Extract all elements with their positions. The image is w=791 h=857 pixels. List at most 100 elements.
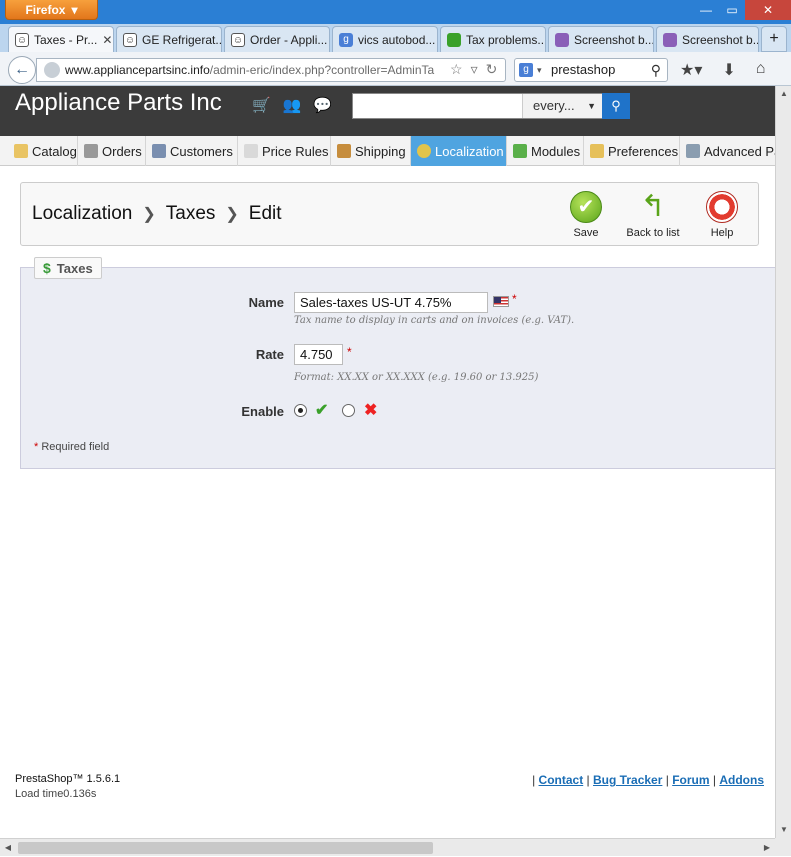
us-flag-icon[interactable]: [493, 296, 509, 307]
horizontal-scrollbar[interactable]: ◀ ▶: [0, 838, 775, 856]
bookmark-star-icon[interactable]: ☆: [450, 61, 463, 78]
url-dropdown-icon[interactable]: ▿: [471, 61, 478, 78]
back-to-list-button[interactable]: ↰ Back to list: [623, 191, 683, 240]
chevron-down-icon: ▾: [537, 65, 542, 75]
app-header: Appliance Parts Inc 🛒 👥 💬 every... ▼ ⚲: [0, 86, 775, 136]
browser-tab-taxes[interactable]: ☺ Taxes - Pr... ✕: [8, 26, 114, 52]
new-tab-button[interactable]: +: [761, 26, 787, 52]
folder-icon: [14, 144, 28, 158]
cross-icon[interactable]: ✖: [364, 400, 377, 420]
scroll-up-icon[interactable]: ▲: [776, 86, 791, 102]
cart-icon: [84, 144, 98, 158]
firefox-menu-button[interactable]: Firefox ▾: [5, 0, 98, 20]
prestashop-icon: ☺: [123, 32, 137, 47]
prestashop-icon: ☺: [15, 32, 29, 47]
minimize-icon[interactable]: —: [693, 0, 719, 20]
search-button[interactable]: ⚲: [602, 93, 630, 119]
breadcrumb-item: Taxes: [165, 203, 216, 224]
downloads-icon[interactable]: ⬇: [722, 60, 735, 80]
cart-icon[interactable]: 🛒: [252, 96, 271, 114]
search-icon: ⚲: [611, 98, 621, 113]
fieldset-legend: $ Taxes: [34, 257, 102, 279]
search-scope-value: every...: [533, 98, 575, 113]
required-star: *: [512, 292, 517, 306]
menu-item-preferences[interactable]: Preferences: [584, 136, 680, 166]
footer-link-bug-tracker[interactable]: Bug Tracker: [593, 773, 662, 787]
menu-item-customers[interactable]: Customers: [146, 136, 238, 166]
google-icon: g: [519, 63, 533, 77]
vertical-scrollbar[interactable]: ▲ ▼: [775, 86, 791, 838]
menu-item-localization[interactable]: Localization: [411, 136, 507, 166]
required-field-note: * Required field: [34, 441, 109, 453]
checkmark-icon: ✔: [570, 191, 602, 223]
chevron-right-icon: ❯: [225, 206, 239, 223]
back-button[interactable]: ←: [8, 56, 36, 84]
browser-tab[interactable]: Screenshot b...: [548, 26, 654, 52]
required-star: *: [34, 441, 39, 453]
search-scope-select[interactable]: every... ▼: [522, 94, 602, 118]
pencil-icon: [590, 144, 604, 158]
footer-link-contact[interactable]: Contact: [539, 773, 584, 787]
footer-version: PrestaShop™ 1.5.6.1: [15, 773, 121, 785]
close-window-icon[interactable]: ✕: [745, 0, 791, 20]
close-tab-icon[interactable]: ✕: [102, 33, 112, 47]
enable-no-radio[interactable]: [342, 404, 355, 417]
browser-tab[interactable]: Tax problems...: [440, 26, 546, 52]
help-button[interactable]: Help: [701, 191, 743, 239]
firefox-menu-label: Firefox: [25, 2, 66, 17]
rate-hint: Format: XX.XX or XX.XXX (e.g. 19.60 or 1…: [294, 372, 539, 383]
enable-yes-radio[interactable]: [294, 404, 307, 417]
tab-strip: ☺ Taxes - Pr... ✕ ☺ GE Refrigerat... ☺ O…: [0, 24, 791, 52]
google-icon: g: [339, 32, 353, 47]
menu-item-modules[interactable]: Modules: [507, 136, 584, 166]
customer-icon: [152, 144, 166, 158]
scroll-right-icon[interactable]: ▶: [759, 839, 775, 857]
menu-item-advanced-parameters[interactable]: Advanced Pa: [680, 136, 775, 166]
menu-item-price-rules[interactable]: Price Rules: [238, 136, 331, 166]
menu-item-shipping[interactable]: Shipping: [331, 136, 411, 166]
reload-icon[interactable]: ↻: [486, 61, 498, 78]
tax-name-input[interactable]: Sales-taxes US-UT 4.75%: [294, 292, 488, 313]
maximize-icon[interactable]: ▭: [719, 0, 745, 20]
url-bar[interactable]: www.appliancepartsinc.info/admin-eric/in…: [36, 58, 506, 82]
chevron-down-icon: ▼: [587, 101, 596, 111]
horizontal-scroll-thumb[interactable]: [18, 842, 433, 854]
menu-item-label: Orders: [102, 143, 142, 159]
save-button[interactable]: ✔ Save: [564, 191, 608, 239]
messages-icon[interactable]: 💬: [313, 96, 332, 114]
browser-tab[interactable]: Screenshot b...: [656, 26, 759, 52]
enable-label: Enable: [241, 404, 284, 419]
browser-search-input[interactable]: g ▾ prestashop ⚲: [514, 58, 668, 82]
shop-name[interactable]: Appliance Parts Inc: [15, 89, 222, 117]
scroll-left-icon[interactable]: ◀: [0, 839, 16, 857]
rate-label: Rate: [255, 347, 284, 362]
save-label: Save: [573, 227, 599, 239]
menu-item-orders[interactable]: Orders: [78, 136, 146, 166]
browser-tab[interactable]: ☺ Order - Appli...: [224, 26, 330, 52]
checkmark-icon[interactable]: ✔: [315, 400, 328, 420]
page-toolbar: Localization ❯ Taxes ❯ Edit ✔ Save ↰ Bac…: [20, 182, 759, 246]
menu-item-catalog[interactable]: Catalog: [8, 136, 78, 166]
menu-item-label: Localization: [435, 143, 504, 159]
menu-item-label: Shipping: [355, 143, 406, 159]
customers-icon[interactable]: 👥: [283, 96, 302, 114]
browser-tab-label: Taxes - Pr...: [34, 32, 98, 47]
footer-link-forum[interactable]: Forum: [672, 773, 709, 787]
scroll-down-icon[interactable]: ▼: [776, 822, 791, 838]
prestashop-icon: ☺: [231, 32, 245, 47]
browser-tab[interactable]: ☺ GE Refrigerat...: [116, 26, 222, 52]
bookmarks-menu-icon[interactable]: ★▾: [680, 60, 702, 80]
wrench-icon: [686, 144, 700, 158]
footer-link-addons[interactable]: Addons: [719, 773, 764, 787]
puzzle-icon: [513, 144, 527, 158]
name-label: Name: [248, 295, 284, 310]
browser-tab[interactable]: g vics autobod...: [332, 26, 438, 52]
site-identity-icon[interactable]: [44, 62, 60, 78]
search-icon[interactable]: ⚲: [651, 59, 661, 81]
tax-rate-input[interactable]: 4.750: [294, 344, 343, 365]
required-note-text: Required field: [41, 441, 110, 453]
browser-tab-label: vics autobod...: [358, 32, 436, 47]
home-icon[interactable]: ⌂: [756, 60, 766, 80]
breadcrumb-item: Localization: [32, 203, 133, 224]
back-to-list-label: Back to list: [626, 227, 680, 239]
